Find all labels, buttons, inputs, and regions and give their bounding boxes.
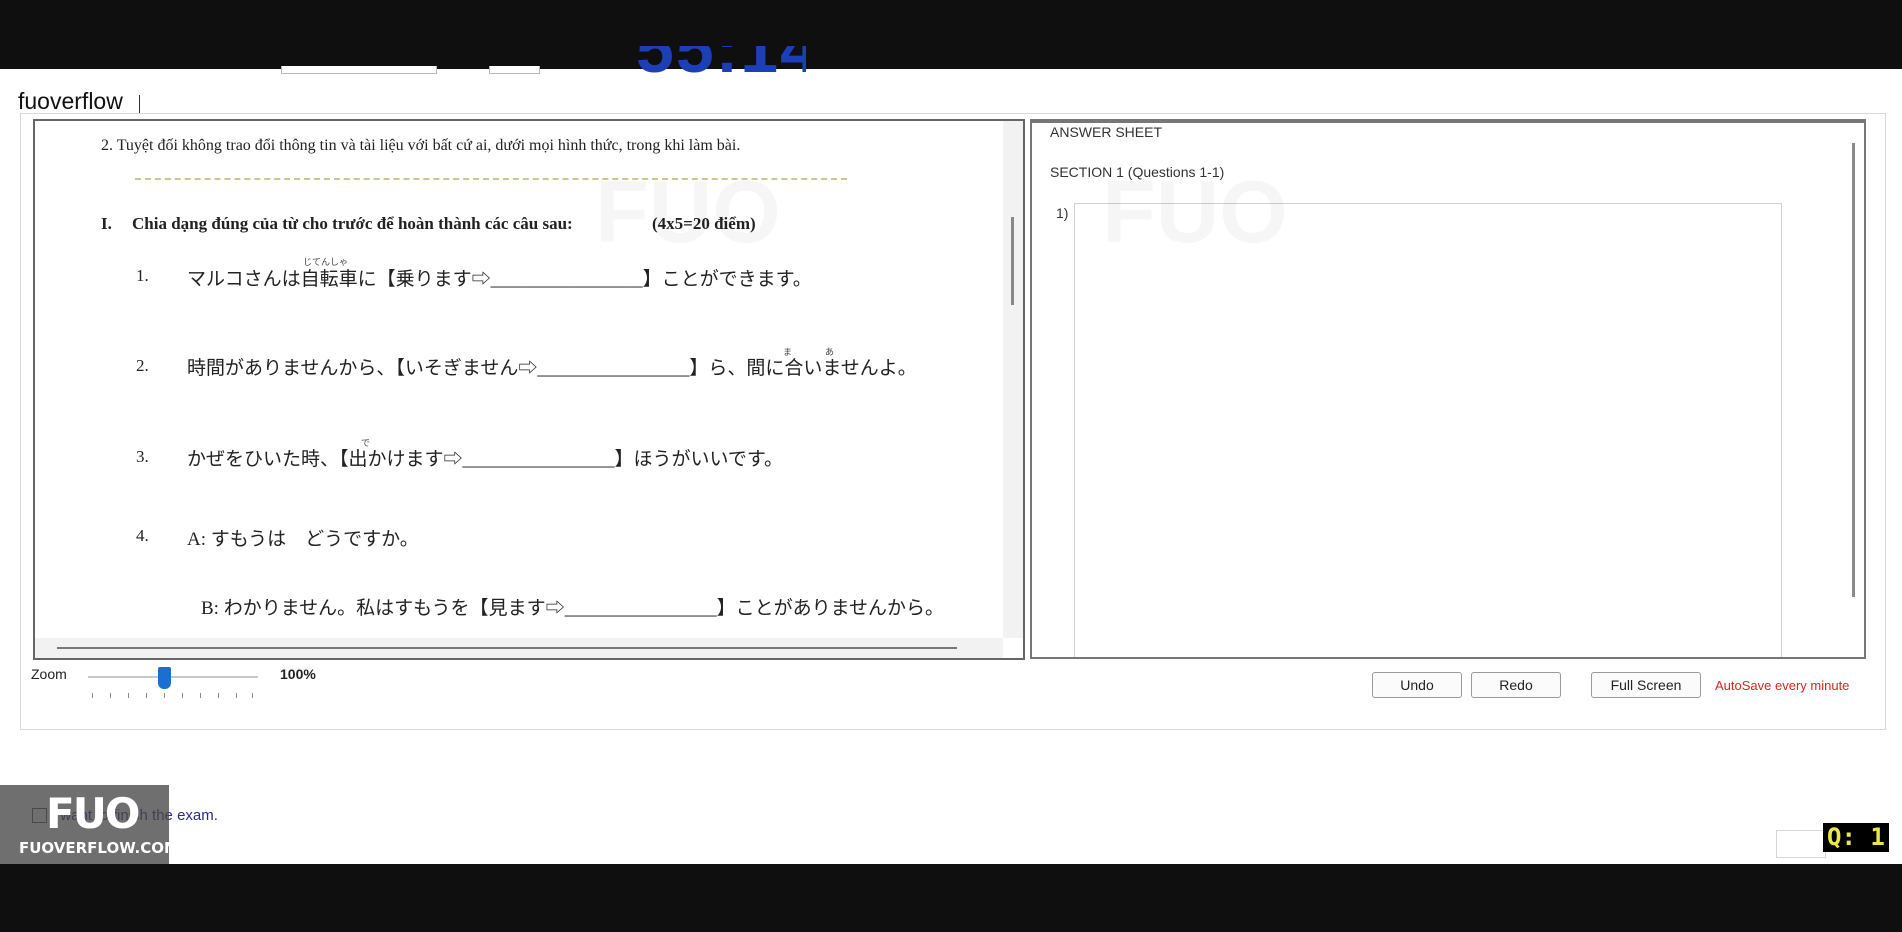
question-item-4a: A: すもうは どうですか。 xyxy=(187,529,419,550)
autosave-note: AutoSave every minute xyxy=(1715,678,1850,693)
fullscreen-button[interactable]: Full Screen xyxy=(1591,672,1701,698)
answer-pane-scrollbar[interactable] xyxy=(1852,143,1855,597)
slider-tick xyxy=(128,693,129,698)
question-item-4b: B: わかりません。私はすもうを【見ます⇨________________】こと… xyxy=(201,598,944,619)
section-points: (4x5=20 điểm) xyxy=(652,214,756,233)
undo-button[interactable]: Undo xyxy=(1372,672,1462,698)
dashed-divider xyxy=(135,178,847,180)
slider-tick xyxy=(146,693,147,698)
scroll-thumb[interactable] xyxy=(1011,217,1014,305)
item-number: 3. xyxy=(136,447,149,466)
exam-rule-2: 2. Tuyệt đối không trao đổi thông tin và… xyxy=(101,137,741,154)
answer-pane: ANSWER SHEET SECTION 1 (Questions 1-1) 1… xyxy=(1030,119,1866,659)
text-caret xyxy=(139,95,140,115)
student-field-peek xyxy=(281,66,437,74)
question-pane[interactable]: 2. Tuyệt đối không trao đổi thông tin và… xyxy=(33,119,1025,660)
section-roman: I. xyxy=(101,214,112,233)
logo-mark: FUO xyxy=(46,789,140,838)
slider-tick xyxy=(236,693,237,698)
slider-tick xyxy=(200,693,201,698)
question-horizontal-scrollbar[interactable] xyxy=(35,638,1003,658)
item-number: 1. xyxy=(136,266,149,285)
question-item-2: 時間がありませんから、【いそぎません⇨________________】ら、間に… xyxy=(187,358,917,379)
logo-text: FUOVERFLOW.COM xyxy=(19,839,179,857)
zoom-label: Zoom xyxy=(31,666,67,682)
question-vertical-scrollbar[interactable] xyxy=(1003,121,1023,638)
fuoverflow-logo: FUO FUOVERFLOW.COM xyxy=(0,785,179,864)
question-number-badge: Q: 1 xyxy=(1823,823,1889,852)
slider-tick xyxy=(218,693,219,698)
item-number: 2. xyxy=(136,356,149,375)
watermark-text: FUO xyxy=(595,161,781,263)
slider-tick xyxy=(110,693,111,698)
zoom-value: 100% xyxy=(280,666,316,682)
answer-sheet-title: ANSWER SHEET xyxy=(1050,124,1163,140)
question-item-1: マルコさんは自転車に【乗ります⇨________________】ことができます… xyxy=(187,269,812,290)
zoom-slider-thumb[interactable] xyxy=(158,667,171,689)
site-name: fuoverflow xyxy=(18,88,123,114)
slider-tick xyxy=(164,693,165,698)
small-input-box[interactable] xyxy=(1776,830,1826,858)
scroll-thumb[interactable] xyxy=(57,647,957,649)
section-label: SECTION 1 (Questions 1-1) xyxy=(1050,164,1225,180)
redo-button[interactable]: Redo xyxy=(1471,672,1561,698)
zoom-slider-track[interactable] xyxy=(88,676,258,678)
slider-tick xyxy=(252,693,253,698)
pane-border xyxy=(1032,121,1864,123)
question-content: 2. Tuyệt đối không trao đổi thông tin và… xyxy=(35,121,1003,638)
timer-display: 55:14 xyxy=(636,46,806,86)
slider-tick xyxy=(182,693,183,698)
bottom-black-bar xyxy=(0,864,1902,932)
small-field-peek xyxy=(489,66,540,74)
section-title: Chia dạng đúng của từ cho trước để hoàn … xyxy=(132,214,573,233)
question-item-3: かぜをひいた時、【出かけます⇨________________】ほうがいいです。 xyxy=(187,449,784,470)
answer-number: 1) xyxy=(1056,205,1069,221)
answer-textarea[interactable] xyxy=(1074,203,1782,657)
slider-tick xyxy=(92,693,93,698)
item-number: 4. xyxy=(136,526,149,545)
top-black-bar xyxy=(0,0,1902,69)
